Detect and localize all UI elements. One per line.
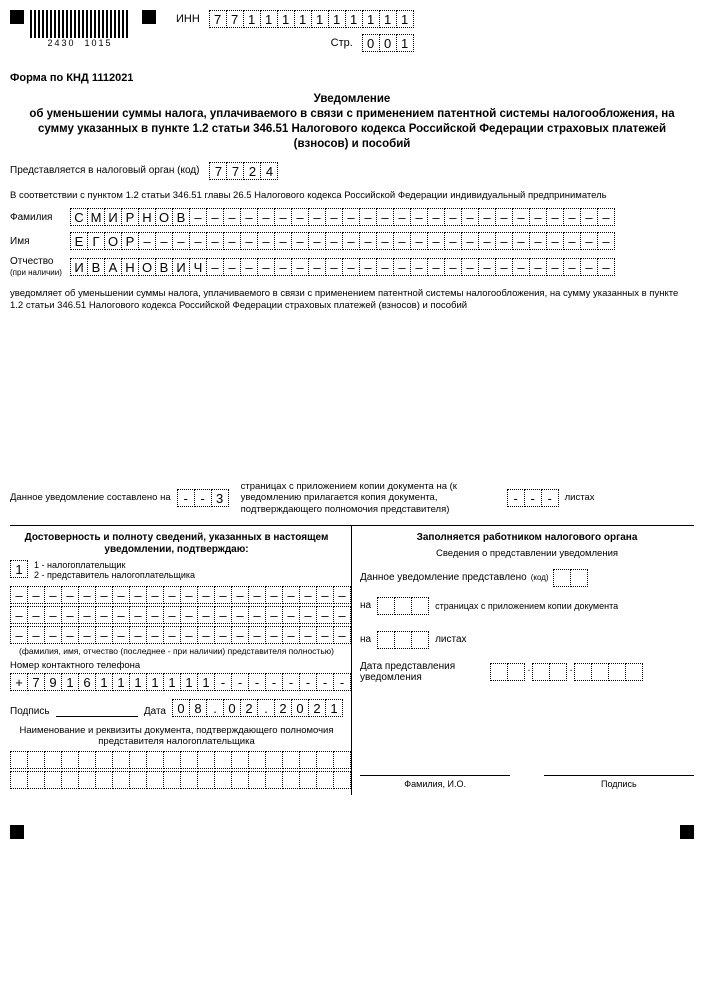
notify-text: уведомляет об уменьшении суммы налога, у… — [10, 288, 694, 313]
doc-line-1 — [10, 751, 351, 769]
rep-name-1: –––––––––––––––––––– — [10, 586, 351, 604]
rep-hint: (фамилия, имя, отчество (последнее - при… — [10, 646, 343, 656]
submitter-type: 1 — [10, 560, 28, 578]
page-header: 2430 1015 ИНН 771111111111 Стр. 001 — [10, 10, 694, 52]
marker-bottom-right — [680, 825, 694, 839]
rep-name-3: –––––––––––––––––––– — [10, 626, 351, 644]
inn-label: ИНН — [176, 13, 200, 25]
signature-line — [56, 716, 138, 717]
phone-label: Номер контактного телефона — [10, 660, 343, 671]
right-date-label: Дата представления уведомления — [360, 661, 480, 683]
marker-2 — [142, 10, 156, 24]
doc-title: Уведомление об уменьшении суммы налога, … — [10, 92, 694, 152]
right-sheets — [377, 631, 429, 649]
sheets-value: --- — [507, 489, 559, 507]
presented-code — [553, 569, 588, 587]
pages-value: --3 — [177, 489, 229, 507]
right-subtitle: Сведения о представлении уведомления — [360, 548, 694, 559]
date-value: 08.02.2021 — [172, 699, 343, 717]
doc-line-2 — [10, 771, 351, 789]
pages-row: Данное уведомление составлено на --3 стр… — [10, 481, 694, 515]
patronymic-value: ИВАНОВИЧ–––––––––––––––––––––––– — [70, 258, 615, 276]
barcode: 2430 1015 — [30, 10, 130, 48]
surname-value: СМИРНОВ––––––––––––––––––––––––– — [70, 208, 615, 226]
patronymic-row: Отчество(при наличии) ИВАНОВИЧ––––––––––… — [10, 256, 694, 278]
tax-org-row: Представляется в налоговый орган (код) 7… — [10, 162, 694, 180]
phone-value: +79161111111-------- — [10, 673, 351, 691]
marker-bottom-left — [10, 825, 24, 839]
right-date: .. — [490, 663, 643, 681]
page-footer — [10, 825, 694, 839]
confirmation-block: Достоверность и полноту сведений, указан… — [10, 526, 694, 795]
inn-value: 771111111111 — [209, 10, 414, 28]
right-title: Заполняется работником налогового органа — [360, 532, 694, 544]
form-code: Форма по КНД 1112021 — [10, 72, 694, 84]
submitter-column: Достоверность и полноту сведений, указан… — [10, 526, 352, 795]
legal-basis: В соответствии с пунктом 1.2 статьи 346.… — [10, 190, 694, 202]
tax-office-column: Заполняется работником налогового органа… — [352, 526, 694, 795]
surname-row: Фамилия СМИРНОВ––––––––––––––––––––––––– — [10, 208, 694, 226]
page-label: Стр. — [331, 37, 353, 49]
left-title: Достоверность и полноту сведений, указан… — [10, 532, 343, 556]
right-pages — [377, 597, 429, 615]
fio-label: Фамилия, И.О. — [360, 779, 510, 789]
page-value: 001 — [362, 34, 414, 52]
tax-org-code: 7724 — [209, 162, 278, 180]
date-label: Дата — [144, 706, 166, 717]
doc-title-left: Наименование и реквизиты документа, подт… — [10, 725, 343, 747]
presented-label: Данное уведомление представлено — [360, 572, 527, 583]
rep-name-2: –––––––––––––––––––– — [10, 606, 351, 624]
right-sign-label: Подпись — [544, 779, 694, 789]
firstname-row: Имя ЕГОР–––––––––––––––––––––––––––– — [10, 232, 694, 250]
marker-top-left — [10, 10, 24, 24]
firstname-value: ЕГОР–––––––––––––––––––––––––––– — [70, 232, 615, 250]
sign-label: Подпись — [10, 706, 50, 717]
